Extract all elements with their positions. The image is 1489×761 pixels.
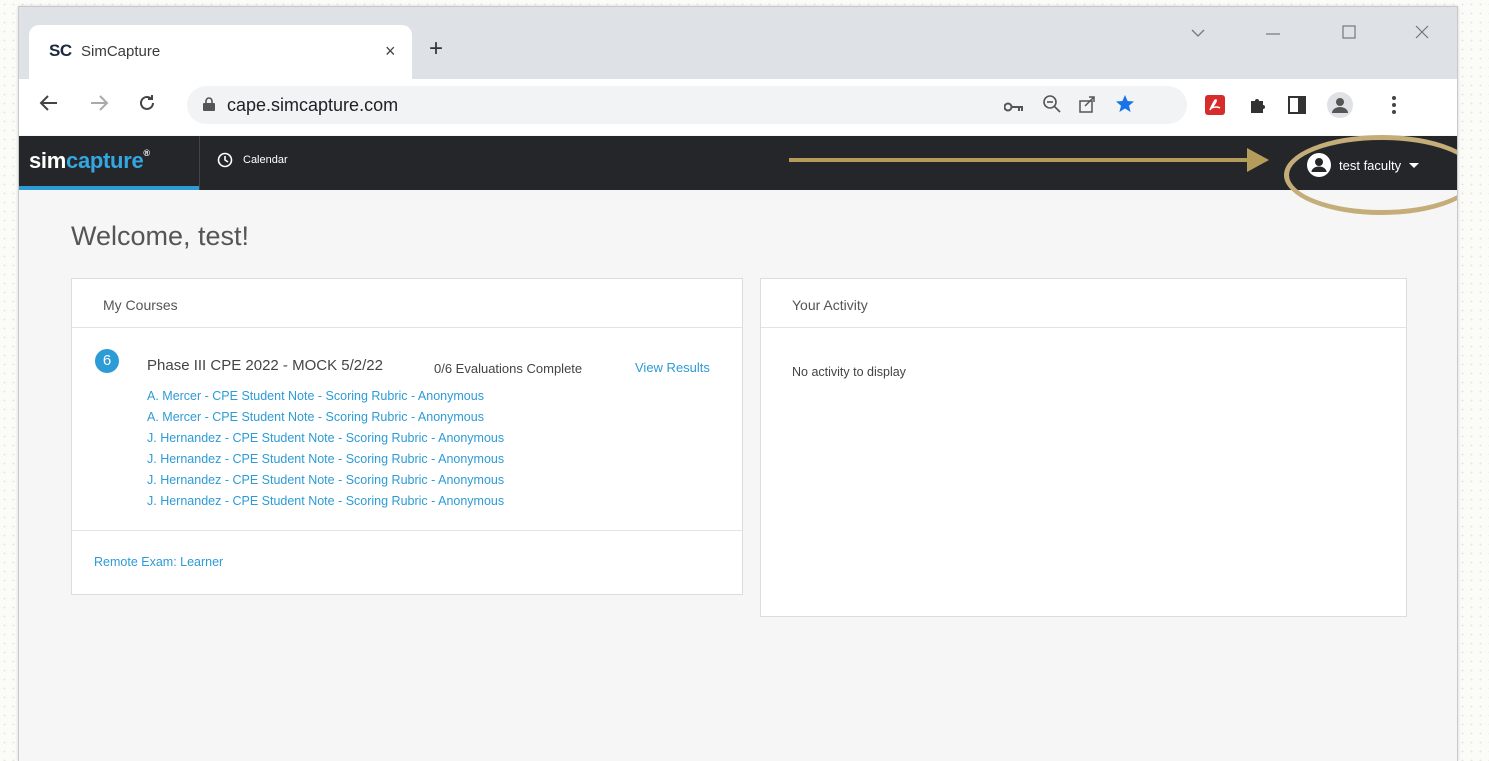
tab-search-chevron-icon[interactable]	[1191, 25, 1205, 43]
my-courses-heading: My Courses	[72, 279, 742, 328]
lock-icon	[203, 97, 215, 111]
browser-menu-icon[interactable]	[1391, 95, 1397, 120]
bookmark-star-icon[interactable]	[1115, 94, 1135, 119]
no-activity-message: No activity to display	[792, 365, 906, 379]
remote-exam-learner-link[interactable]: Remote Exam: Learner	[94, 555, 223, 569]
password-key-icon[interactable]	[1003, 97, 1024, 118]
view-results-link[interactable]: View Results	[635, 360, 710, 375]
back-arrow-icon[interactable]	[39, 93, 59, 117]
acrobat-extension-icon[interactable]	[1205, 95, 1225, 120]
course-evaluation-status: 0/6 Evaluations Complete	[434, 361, 583, 376]
logo-wordmark: simcapture®	[29, 148, 150, 174]
card-divider	[72, 530, 742, 531]
rubric-link[interactable]: J. Hernandez - CPE Student Note - Scorin…	[147, 428, 504, 449]
course-count-badge: 6	[95, 349, 119, 373]
rubric-list: A. Mercer - CPE Student Note - Scoring R…	[147, 386, 504, 512]
browser-tab[interactable]: SC SimCapture ×	[29, 25, 412, 79]
tab-close-icon[interactable]: ×	[385, 41, 396, 62]
simcapture-logo[interactable]: simcapture®	[19, 136, 199, 190]
tab-strip: SC SimCapture × +	[19, 7, 1457, 79]
annotation-arrow-shaft	[789, 158, 1259, 162]
address-bar[interactable]: cape.simcapture.com	[187, 86, 1187, 124]
side-panel-icon[interactable]	[1287, 95, 1307, 120]
reload-icon[interactable]	[137, 93, 157, 118]
header-divider	[199, 136, 200, 190]
nav-calendar[interactable]: Calendar	[217, 152, 288, 168]
your-activity-heading: Your Activity	[761, 279, 1406, 328]
rubric-link[interactable]: A. Mercer - CPE Student Note - Scoring R…	[147, 407, 504, 428]
course-title: Phase III CPE 2022 - MOCK 5/2/22	[147, 357, 383, 374]
maximize-icon[interactable]	[1342, 25, 1356, 44]
rubric-link[interactable]: J. Hernandez - CPE Student Note - Scorin…	[147, 491, 504, 512]
logo-sim: sim	[29, 148, 67, 173]
rubric-link[interactable]: J. Hernandez - CPE Student Note - Scorin…	[147, 449, 504, 470]
share-icon[interactable]	[1078, 94, 1098, 119]
profile-avatar-icon[interactable]	[1327, 92, 1353, 123]
extensions-puzzle-icon[interactable]	[1248, 95, 1268, 120]
window-close-icon[interactable]	[1415, 25, 1429, 44]
url-text: cape.simcapture.com	[227, 95, 399, 115]
logo-capture: capture	[66, 148, 144, 173]
annotation-highlight-ring	[1284, 135, 1457, 215]
new-tab-button[interactable]: +	[429, 37, 443, 61]
simcapture-favicon-icon: SC	[49, 41, 72, 60]
forward-arrow-icon[interactable]	[89, 93, 109, 117]
rubric-link[interactable]: J. Hernandez - CPE Student Note - Scorin…	[147, 470, 504, 491]
logo-registered-mark: ®	[143, 148, 150, 158]
browser-window: SC SimCapture × + cape.simcapture.com si…	[18, 6, 1458, 761]
tab-title: SimCapture	[81, 43, 161, 60]
your-activity-card: Your Activity No activity to display	[760, 278, 1407, 617]
app-header: simcapture® Calendar	[19, 136, 1457, 190]
zoom-out-icon[interactable]	[1042, 94, 1062, 119]
annotation-arrow-head	[1247, 148, 1269, 172]
browser-toolbar: cape.simcapture.com	[19, 79, 1457, 135]
page-title: Welcome, test!	[71, 221, 250, 251]
my-courses-card: My Courses 6 Phase III CPE 2022 - MOCK 5…	[71, 278, 743, 595]
clock-icon	[217, 152, 233, 168]
rubric-link[interactable]: A. Mercer - CPE Student Note - Scoring R…	[147, 386, 504, 407]
minimize-icon[interactable]	[1266, 25, 1280, 43]
nav-calendar-label: Calendar	[243, 154, 288, 166]
